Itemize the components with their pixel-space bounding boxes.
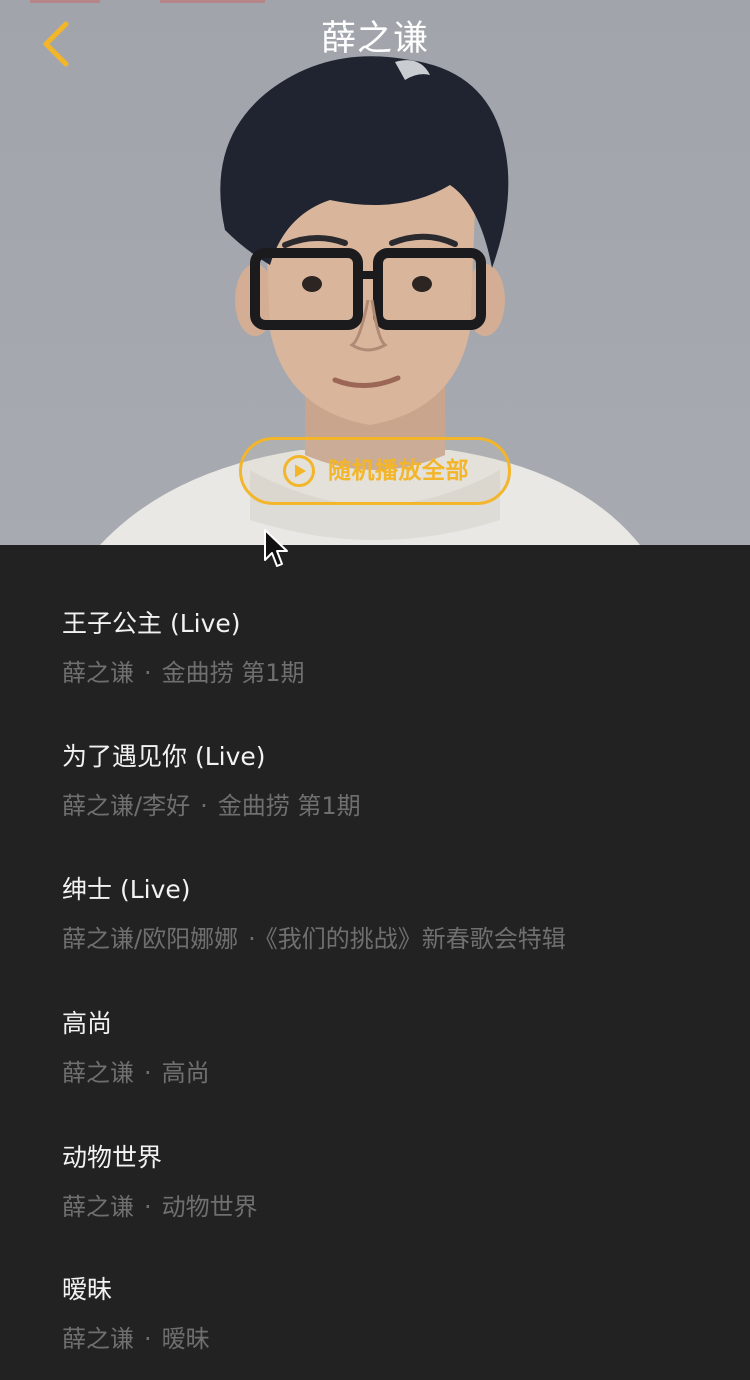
song-title: 王子公主 (Live) xyxy=(62,609,241,638)
song-album: 金曲捞 第1期 xyxy=(161,659,305,687)
song-title: 高尚 xyxy=(62,1009,113,1038)
song-meta: 薛之谦 · 暧昧 xyxy=(62,1323,750,1355)
meta-separator: · xyxy=(144,1193,152,1221)
song-artist: 薛之谦/李好 xyxy=(62,792,191,820)
meta-separator: · xyxy=(144,659,152,687)
song-title: 动物世界 xyxy=(62,1143,163,1172)
page-title: 薛之谦 xyxy=(320,19,429,59)
meta-separator: · xyxy=(200,792,208,820)
song-meta: 薛之谦 · 动物世界 xyxy=(62,1191,750,1223)
song-album: 暧昧 xyxy=(161,1325,210,1353)
song-meta: 薛之谦 · 高尚 xyxy=(62,1057,750,1089)
song-album: 《我们的挑战》新春歌会特辑 xyxy=(265,925,566,953)
song-list-item[interactable]: 动物世界 薛之谦 · 动物世界 xyxy=(0,1141,750,1261)
song-title: 为了遇见你 (Live) xyxy=(62,742,266,771)
song-artist: 薛之谦 xyxy=(62,1325,134,1353)
song-meta: 薛之谦/欧阳娜娜 · 《我们的挑战》新春歌会特辑 xyxy=(62,923,750,955)
song-album: 高尚 xyxy=(161,1059,210,1087)
song-artist: 薛之谦 xyxy=(62,1059,134,1087)
song-list: 王子公主 (Live) 薛之谦 · 金曲捞 第1期 为了遇见你 (Live) 薛之谦… xyxy=(0,545,750,1380)
meta-separator: · xyxy=(248,925,256,953)
song-list-item[interactable]: 为了遇见你 (Live) 薛之谦/李好 · 金曲捞 第1期 xyxy=(0,740,750,860)
song-artist: 薛之谦 xyxy=(62,1193,134,1221)
song-list-item[interactable]: 暧昧 薛之谦 · 暧昧 xyxy=(0,1273,750,1380)
song-artist: 薛之谦 xyxy=(62,659,134,687)
shuffle-play-all-label: 随机播放全部 xyxy=(328,458,469,484)
song-title: 暧昧 xyxy=(62,1275,113,1304)
play-circle-icon xyxy=(282,454,316,488)
song-meta: 薛之谦/李好 · 金曲捞 第1期 xyxy=(62,790,750,822)
meta-separator: · xyxy=(144,1059,152,1087)
artist-hero: 薛之谦 随机播放全部 xyxy=(0,0,750,545)
song-list-item[interactable]: 绅士 (Live) 薛之谦/欧阳娜娜 · 《我们的挑战》新春歌会特辑 xyxy=(0,873,750,993)
meta-separator: · xyxy=(144,1325,152,1353)
song-album: 动物世界 xyxy=(161,1193,258,1221)
song-album: 金曲捞 第1期 xyxy=(217,792,361,820)
artist-page: 薛之谦 随机播放全部 王子公主 (Live) 薛之谦 · 金曲捞 第1期 为了遇见你… xyxy=(0,0,750,1380)
song-meta: 薛之谦 · 金曲捞 第1期 xyxy=(62,657,750,689)
song-list-item[interactable]: 王子公主 (Live) 薛之谦 · 金曲捞 第1期 xyxy=(0,607,750,727)
shuffle-play-all-button[interactable]: 随机播放全部 xyxy=(239,437,511,505)
mouse-cursor-icon xyxy=(264,529,288,567)
song-artist: 薛之谦/欧阳娜娜 xyxy=(62,925,239,953)
song-title: 绅士 (Live) xyxy=(62,875,191,904)
song-list-item[interactable]: 高尚 薛之谦 · 高尚 xyxy=(0,1007,750,1127)
